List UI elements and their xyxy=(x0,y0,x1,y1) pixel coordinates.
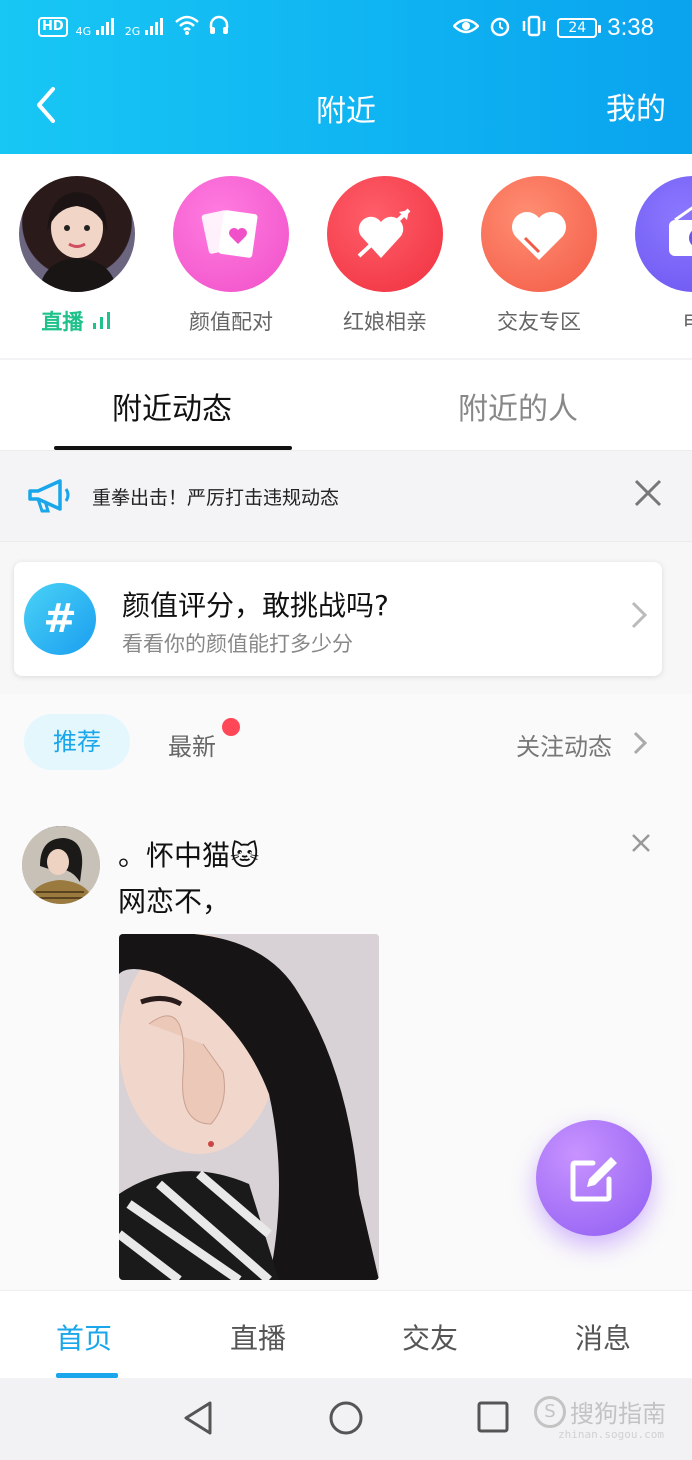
eye-icon xyxy=(452,16,481,40)
new-indicator-dot xyxy=(222,718,240,736)
category-label-friends-zone: 交友专区 xyxy=(497,310,581,334)
close-icon xyxy=(634,479,662,507)
tab-nearby-posts[interactable]: 附近动态 xyxy=(112,384,232,428)
notice-text: 重拳出击！严厉打击违规动态 xyxy=(92,487,340,509)
live-bars-icon xyxy=(92,312,110,329)
megaphone-icon xyxy=(26,477,74,521)
cards-heart-icon xyxy=(173,176,289,292)
watermark-brand: 搜狗指南 xyxy=(570,1400,666,1428)
category-face-match[interactable]: 颜值配对 xyxy=(166,176,296,336)
signal-4g-icon: 4G xyxy=(76,17,117,37)
status-bar: HD 4G 2G 24 3:38 xyxy=(0,0,692,58)
vibrate-icon xyxy=(521,15,547,41)
category-matchmaker[interactable]: 红娘相亲 xyxy=(320,176,450,336)
signal-4g-label: 4G xyxy=(75,25,92,38)
battery-icon: 24 xyxy=(557,18,602,38)
hash-icon: # xyxy=(24,583,96,655)
system-recents-button[interactable] xyxy=(476,1400,510,1438)
card-subtitle: 看看你的颜值能打多少分 xyxy=(122,632,353,656)
chevron-right-icon xyxy=(630,600,648,634)
headphone-icon xyxy=(208,14,230,40)
tab-nearby-people[interactable]: 附近的人 xyxy=(458,384,578,428)
top-header-bar: HD 4G 2G 24 3:38 附近 我的 xyxy=(0,0,692,154)
category-label-live: 直播 xyxy=(41,310,84,334)
post-dismiss-button[interactable] xyxy=(630,832,652,858)
post-photo[interactable] xyxy=(119,934,379,1280)
page-title: 附近 xyxy=(316,94,376,129)
system-home-button[interactable] xyxy=(328,1400,364,1440)
system-navigation-bar: S 搜狗指南 zhinan.sogou.com xyxy=(0,1378,692,1460)
category-live[interactable]: 直播 xyxy=(12,176,142,336)
signal-2g-icon: 2G xyxy=(125,17,166,37)
radio-icon xyxy=(635,176,692,292)
post-author-avatar[interactable] xyxy=(22,826,100,904)
wifi-icon xyxy=(174,14,200,40)
nav-home[interactable]: 首页 xyxy=(56,1317,112,1357)
system-back-button[interactable] xyxy=(182,1400,214,1440)
feed-tabs: 附近动态 附近的人 xyxy=(0,360,692,450)
live-avatar xyxy=(19,176,135,292)
nav-friends[interactable]: 交友 xyxy=(402,1317,458,1357)
hd-badge: HD xyxy=(38,17,68,37)
watermark: S 搜狗指南 xyxy=(534,1394,666,1429)
notice-close-button[interactable] xyxy=(632,477,664,513)
face-score-card[interactable]: # 颜值评分，敢挑战吗? 看看你的颜值能打多少分 xyxy=(14,562,662,676)
signal-2g-label: 2G xyxy=(124,25,141,38)
alarm-icon xyxy=(489,15,511,41)
close-icon xyxy=(632,834,650,852)
arrow-heart-icon xyxy=(327,176,443,292)
notice-banner[interactable]: 重拳出击！严厉打击违规动态 xyxy=(0,450,692,542)
edit-icon xyxy=(570,1157,617,1202)
category-row: 直播 颜值配对 红娘相亲 交友专区 xyxy=(0,154,692,358)
category-label-radio: 电 xyxy=(628,306,692,336)
filter-recommend-button[interactable]: 推荐 xyxy=(24,714,130,770)
post-author-name: 。怀中猫 xyxy=(118,839,231,872)
compose-button[interactable] xyxy=(536,1120,652,1236)
post-text: 网恋不， xyxy=(118,885,231,918)
filter-latest-button[interactable]: 最新 xyxy=(168,727,216,762)
nav-live[interactable]: 直播 xyxy=(230,1317,286,1357)
nav-messages[interactable]: 消息 xyxy=(575,1317,631,1357)
category-label-matchmaker: 红娘相亲 xyxy=(343,310,427,334)
card-area: # 颜值评分，敢挑战吗? 看看你的颜值能打多少分 xyxy=(0,542,692,694)
category-radio[interactable]: 电 xyxy=(628,176,692,336)
triangle-back-icon xyxy=(184,1401,212,1435)
cat-emoji-icon: 🐱 xyxy=(230,839,260,872)
follow-feed-link[interactable]: 关注动态 xyxy=(516,727,612,762)
watermark-url: zhinan.sogou.com xyxy=(558,1428,664,1441)
sogou-logo-icon: S xyxy=(534,1395,566,1428)
chevron-right-icon xyxy=(632,730,648,760)
category-friends-zone[interactable]: 交友专区 xyxy=(474,176,604,336)
circle-home-icon xyxy=(329,1401,363,1435)
category-label-face-match: 颜值配对 xyxy=(189,310,273,334)
bottom-navigation: 首页 直播 交友 消息 xyxy=(0,1290,692,1378)
card-title: 颜值评分，敢挑战吗? xyxy=(122,589,389,622)
square-recents-icon xyxy=(477,1401,509,1433)
mine-link[interactable]: 我的 xyxy=(606,84,666,128)
heart-icon xyxy=(481,176,597,292)
status-time: 3:38 xyxy=(607,14,654,41)
